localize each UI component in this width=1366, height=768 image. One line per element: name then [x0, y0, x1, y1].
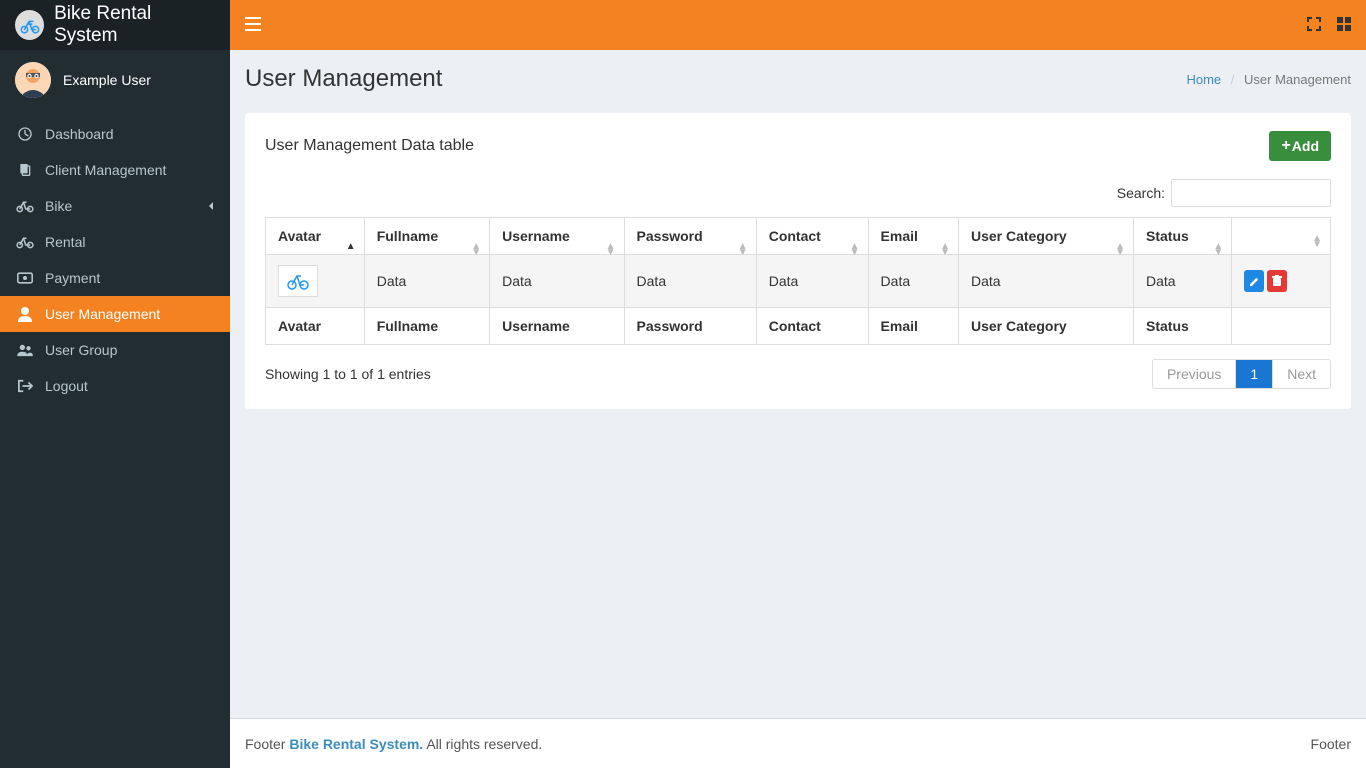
sort-icon: ▲▼	[850, 244, 860, 256]
col-user-category[interactable]: User Category▲▼	[958, 218, 1133, 255]
sidebar-nav: Dashboard Client Management Bike Rental …	[0, 116, 230, 404]
add-button[interactable]: +Add	[1269, 131, 1331, 161]
footer: Footer Bike Rental System. All rights re…	[230, 718, 1366, 768]
breadcrumb: Home / User Management	[1186, 72, 1351, 87]
sidebar-item-label: User Management	[45, 306, 160, 322]
pagination: Previous 1 Next	[1152, 359, 1331, 389]
sidebar: Bike Rental System Example User Dashboar…	[0, 0, 230, 768]
content: User Management Home / User Management U…	[230, 50, 1366, 718]
users-table: Avatar▲ Fullname▲▼ Username▲▼ Password▲▼…	[265, 217, 1331, 345]
search-label: Search:	[1117, 185, 1165, 201]
sort-icon: ▲▼	[940, 244, 950, 256]
cell-contact: Data	[756, 255, 868, 308]
col-status[interactable]: Status▲▼	[1134, 218, 1232, 255]
foot-email: Email	[868, 308, 958, 345]
hamburger-icon[interactable]	[245, 17, 261, 34]
sidebar-item-payment[interactable]: Payment	[0, 260, 230, 296]
table-row: Data Data Data Data Data Data Data	[266, 255, 1331, 308]
footer-brand-link[interactable]: Bike Rental System.	[289, 736, 423, 752]
sidebar-item-rental[interactable]: Rental	[0, 224, 230, 260]
breadcrumb-home[interactable]: Home	[1186, 72, 1221, 87]
data-box: User Management Data table +Add Search: …	[245, 113, 1351, 409]
col-actions: ▲▼	[1232, 218, 1331, 255]
sidebar-item-label: Rental	[45, 234, 85, 250]
sort-icon: ▲	[346, 244, 356, 250]
sidebar-item-user-management[interactable]: User Management	[0, 296, 230, 332]
cell-user-category: Data	[958, 255, 1133, 308]
brand-name: Bike Rental System	[54, 3, 215, 47]
table-info: Showing 1 to 1 of 1 entries	[265, 366, 431, 382]
cell-avatar	[266, 255, 365, 308]
sidebar-item-label: Client Management	[45, 162, 166, 178]
footer-left: Footer Bike Rental System. All rights re…	[245, 736, 542, 752]
page-title: User Management	[245, 65, 442, 93]
bike-icon	[15, 199, 35, 213]
foot-avatar: Avatar	[266, 308, 365, 345]
sidebar-item-label: Dashboard	[45, 126, 114, 142]
cell-fullname: Data	[364, 255, 489, 308]
cell-username: Data	[490, 255, 624, 308]
user-panel: Example User	[0, 50, 230, 116]
breadcrumb-current: User Management	[1244, 72, 1351, 87]
pagination-previous[interactable]: Previous	[1153, 360, 1236, 388]
sidebar-item-label: Bike	[45, 198, 72, 214]
users-icon	[15, 343, 35, 357]
sort-icon: ▲▼	[1312, 236, 1322, 248]
col-fullname[interactable]: Fullname▲▼	[364, 218, 489, 255]
rental-icon	[15, 235, 35, 249]
sidebar-item-user-group[interactable]: User Group	[0, 332, 230, 368]
cell-status: Data	[1134, 255, 1232, 308]
foot-user-category: User Category	[958, 308, 1133, 345]
col-contact[interactable]: Contact▲▼	[756, 218, 868, 255]
foot-password: Password	[624, 308, 756, 345]
pagination-page-1[interactable]: 1	[1236, 360, 1273, 388]
payment-icon	[15, 272, 35, 284]
col-email[interactable]: Email▲▼	[868, 218, 958, 255]
sort-icon: ▲▼	[606, 244, 616, 256]
sidebar-item-label: Logout	[45, 378, 88, 394]
col-avatar[interactable]: Avatar▲	[266, 218, 365, 255]
brand-logo[interactable]: Bike Rental System	[0, 0, 230, 50]
avatar-thumb-icon	[278, 265, 318, 297]
foot-username: Username	[490, 308, 624, 345]
sidebar-item-client-management[interactable]: Client Management	[0, 152, 230, 188]
sort-icon: ▲▼	[1213, 244, 1223, 256]
fullscreen-icon[interactable]	[1307, 17, 1321, 34]
footer-right: Footer	[1311, 736, 1351, 752]
sort-icon: ▲▼	[738, 244, 748, 256]
grid-icon[interactable]	[1337, 17, 1351, 34]
foot-actions	[1232, 308, 1331, 345]
col-username[interactable]: Username▲▼	[490, 218, 624, 255]
chevron-left-icon	[207, 198, 215, 214]
sort-icon: ▲▼	[471, 244, 481, 256]
user-icon	[15, 306, 35, 322]
cell-email: Data	[868, 255, 958, 308]
bike-logo-icon	[15, 10, 44, 40]
cell-password: Data	[624, 255, 756, 308]
sidebar-item-dashboard[interactable]: Dashboard	[0, 116, 230, 152]
user-avatar-icon	[15, 62, 51, 98]
delete-button[interactable]	[1267, 270, 1287, 292]
sidebar-item-logout[interactable]: Logout	[0, 368, 230, 404]
sidebar-item-bike[interactable]: Bike	[0, 188, 230, 224]
top-header	[230, 0, 1366, 50]
col-password[interactable]: Password▲▼	[624, 218, 756, 255]
sort-icon: ▲▼	[1115, 244, 1125, 256]
clients-icon	[15, 162, 35, 178]
plus-icon: +	[1281, 137, 1290, 155]
dashboard-icon	[15, 126, 35, 142]
foot-contact: Contact	[756, 308, 868, 345]
edit-button[interactable]	[1244, 270, 1264, 292]
sidebar-item-label: Payment	[45, 270, 100, 286]
user-name: Example User	[63, 72, 151, 88]
breadcrumb-separator: /	[1231, 72, 1235, 87]
pagination-next[interactable]: Next	[1273, 360, 1330, 388]
search-input[interactable]	[1171, 179, 1331, 207]
sidebar-item-label: User Group	[45, 342, 117, 358]
foot-status: Status	[1134, 308, 1232, 345]
logout-icon	[15, 379, 35, 393]
foot-fullname: Fullname	[364, 308, 489, 345]
cell-actions	[1232, 255, 1331, 308]
box-title: User Management Data table	[265, 137, 474, 155]
